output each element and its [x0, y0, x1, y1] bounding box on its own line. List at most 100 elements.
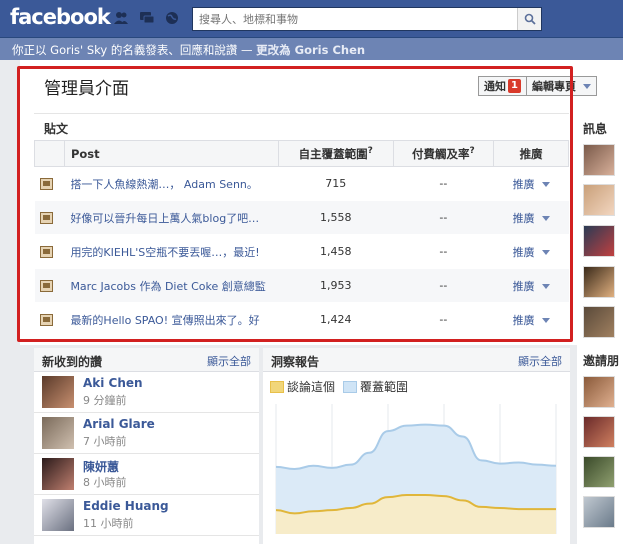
organic-reach-cell: 1,953 — [278, 268, 394, 303]
posts-section-label: 貼文 — [44, 122, 69, 136]
promote-dropdown[interactable]: 推廣 — [493, 234, 569, 269]
chevron-down-icon — [582, 83, 591, 89]
like-time: 11 小時前 — [83, 517, 134, 530]
post-cell: 用完的KIEHL'S空瓶不要丟喔…，最近! — [64, 234, 279, 269]
table-row: 用完的KIEHL'S空瓶不要丟喔…，最近! 1,458 -- 推廣 — [34, 234, 569, 269]
message-avatar[interactable] — [583, 225, 615, 257]
liker-name[interactable]: Arial Glare — [83, 417, 155, 431]
acting-as-text: 你正以 Goris' Sky 的名義發表、回應和說讚 — — [12, 43, 257, 57]
promote-label: 推廣 — [512, 177, 535, 191]
switch-identity-link[interactable]: 更改為 Goris Chen — [256, 43, 365, 57]
paid-reach-cell: -- — [393, 200, 494, 235]
notifications-count-badge: 1 — [508, 79, 521, 93]
promote-dropdown[interactable]: 推廣 — [493, 268, 569, 303]
message-avatar[interactable] — [583, 144, 615, 176]
invite-avatar[interactable] — [583, 496, 615, 528]
post-column-header: Post — [63, 140, 279, 167]
organic-reach-column-header[interactable]: 自主覆蓋範圍? — [277, 140, 394, 167]
post-status-icon — [39, 246, 53, 258]
message-avatar[interactable] — [583, 306, 615, 338]
messages-icon[interactable] — [139, 11, 155, 25]
legend-swatch-reach — [343, 380, 358, 393]
post-status-icon — [39, 314, 53, 326]
insights-show-all-link[interactable]: 顯示全部 — [518, 353, 562, 369]
list-item[interactable]: Aki Chen 9 分鐘前 — [34, 373, 259, 413]
promote-dropdown[interactable]: 推廣 — [493, 166, 569, 201]
new-likes-show-all-link[interactable]: 顯示全部 — [207, 353, 251, 369]
post-icon-cell — [34, 200, 65, 235]
post-icon-cell — [34, 166, 65, 201]
paid-reach-cell: -- — [393, 234, 494, 269]
avatar[interactable] — [42, 376, 74, 408]
organic-reach-cell: 1,424 — [278, 302, 394, 337]
post-link[interactable]: 搭一下人魚線熱潮…， Adam Senn。 — [70, 176, 270, 192]
post-link[interactable]: Marc Jacobs 作為 Diet Coke 創意總監 — [70, 278, 270, 294]
admin-panel-title: 管理員介面 — [44, 79, 129, 99]
search-icon — [524, 13, 536, 25]
promote-dropdown[interactable]: 推廣 — [493, 302, 569, 337]
insights-chart — [275, 404, 557, 534]
chevron-down-icon — [541, 284, 550, 289]
promote-label: 推廣 — [512, 279, 535, 293]
post-cell: 搭一下人魚線熱潮…， Adam Senn。 — [64, 166, 279, 201]
notifications-globe-icon[interactable] — [165, 11, 179, 25]
edit-page-button[interactable]: 編輯專頁 — [525, 77, 596, 95]
promote-column-header: 推廣 — [493, 140, 569, 167]
paid-reach-cell: -- — [393, 166, 494, 201]
post-icon-cell — [34, 302, 65, 337]
avatar[interactable] — [42, 458, 74, 490]
message-avatar[interactable] — [583, 184, 615, 216]
post-status-icon — [39, 212, 53, 224]
list-item[interactable]: Eddie Huang 11 小時前 — [34, 496, 259, 536]
insights-legend: 談論這個 覆蓋範圍 — [268, 378, 408, 395]
notifications-button[interactable]: 通知 1 — [479, 77, 526, 95]
divider — [34, 113, 569, 114]
promote-dropdown[interactable]: 推廣 — [493, 200, 569, 235]
new-likes-title: 新收到的讚 — [42, 355, 103, 369]
post-cell: 最新的Hello SPAO! 宣傳照出來了。好 — [64, 302, 279, 337]
promote-label: 推廣 — [512, 211, 535, 225]
acting-as-bar: 你正以 Goris' Sky 的名義發表、回應和說讚 — 更改為 Goris C… — [0, 38, 623, 60]
invite-avatar[interactable] — [583, 456, 615, 488]
paid-reach-column-label: 付費觸及率 — [411, 146, 470, 161]
chevron-down-icon — [541, 216, 550, 221]
message-avatar[interactable] — [583, 266, 615, 298]
chevron-down-icon — [541, 250, 550, 255]
invite-friends-label: 邀請朋 — [583, 354, 620, 368]
table-row: Marc Jacobs 作為 Diet Coke 創意總監 1,953 -- 推廣 — [34, 268, 569, 303]
legend-swatch-talking — [270, 380, 284, 393]
post-link[interactable]: 用完的KIEHL'S空瓶不要丟喔…，最近! — [70, 244, 270, 260]
post-link[interactable]: 好像可以晉升每日上萬人氣blog了吧… — [70, 210, 270, 226]
notifications-label: 通知 — [484, 80, 506, 93]
avatar[interactable] — [42, 499, 74, 531]
friend-requests-icon[interactable] — [113, 11, 129, 25]
list-item[interactable]: Arial Glare 7 小時前 — [34, 414, 259, 454]
organic-reach-column-label: 自主覆蓋範圍 — [298, 146, 368, 161]
like-time: 9 分鐘前 — [83, 394, 127, 407]
avatar[interactable] — [42, 417, 74, 449]
post-link[interactable]: 最新的Hello SPAO! 宣傳照出來了。好 — [70, 312, 270, 328]
messages-label: 訊息 — [583, 122, 608, 136]
posts-table: Post 自主覆蓋範圍? 付費觸及率? 推廣 搭一下人魚線熱潮…， Adam S… — [34, 140, 569, 337]
search-input[interactable] — [193, 8, 515, 30]
search-box — [192, 7, 542, 31]
table-row: 搭一下人魚線熱潮…， Adam Senn。 715 -- 推廣 — [34, 166, 569, 201]
help-icon[interactable]: ? — [469, 146, 474, 156]
liker-name[interactable]: 陳妍蕙 — [83, 458, 119, 475]
organic-reach-cell: 1,558 — [278, 200, 394, 235]
chevron-down-icon — [541, 318, 550, 323]
liker-name[interactable]: Eddie Huang — [83, 499, 169, 513]
post-status-icon — [39, 280, 53, 292]
icon-column-header — [34, 140, 65, 167]
post-icon-cell — [34, 234, 65, 269]
paid-reach-cell: -- — [393, 268, 494, 303]
invite-avatar[interactable] — [583, 416, 615, 448]
facebook-logo[interactable]: facebook — [10, 5, 111, 29]
liker-name[interactable]: Aki Chen — [83, 376, 143, 390]
paid-reach-column-header[interactable]: 付費觸及率? — [392, 140, 495, 167]
search-button[interactable] — [517, 8, 541, 30]
invite-avatar[interactable] — [583, 376, 615, 408]
post-status-icon — [39, 178, 53, 190]
list-item[interactable]: 陳妍蕙 8 小時前 — [34, 455, 259, 495]
help-icon[interactable]: ? — [368, 146, 373, 156]
